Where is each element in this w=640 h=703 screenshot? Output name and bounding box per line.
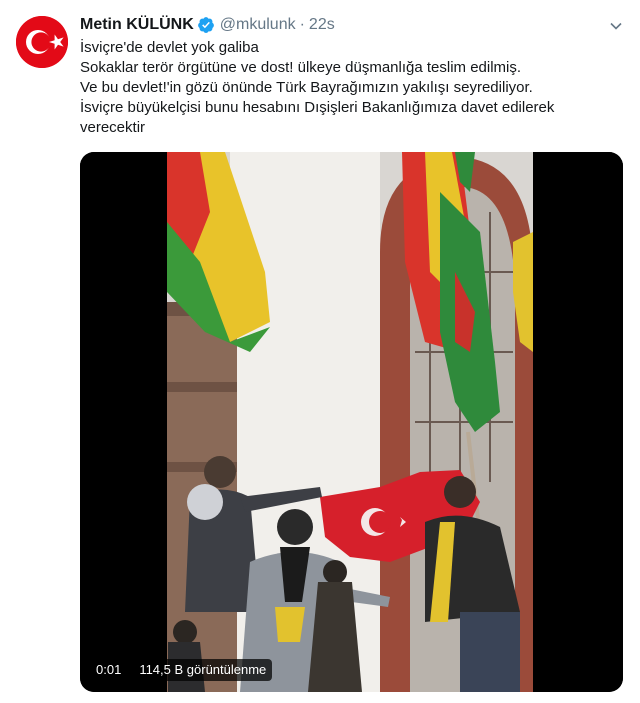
video-view-count: 114,5 B görüntülenme xyxy=(133,659,273,681)
tweet-text: İsviçre'de devlet yok galiba Sokaklar te… xyxy=(80,38,580,138)
video-scene xyxy=(167,152,533,692)
verified-badge-icon xyxy=(197,16,215,34)
video-overlay: 0:01 114,5 B görüntülenme xyxy=(90,658,273,682)
display-name[interactable]: Metin KÜLÜNK xyxy=(80,16,194,34)
timestamp[interactable]: 22s xyxy=(309,16,335,34)
tweet-text-line: Sokaklar terör örgütüne ve dost! ülkeye … xyxy=(80,59,522,76)
video-frame xyxy=(80,152,623,692)
tweet-text-line: İsviçre'de devlet yok galiba xyxy=(80,39,259,56)
avatar[interactable] xyxy=(16,16,68,68)
chevron-down-icon[interactable] xyxy=(608,18,624,34)
turkish-flag-avatar-icon xyxy=(16,16,68,68)
tweet-text-line: verecektir xyxy=(80,119,146,136)
video-elapsed-time: 0:01 xyxy=(90,659,128,681)
user-handle[interactable]: @mkulunk xyxy=(220,16,296,34)
tweet-header: Metin KÜLÜNK @mkulunk · 22s xyxy=(80,14,335,36)
separator-dot: · xyxy=(299,16,305,33)
video-player[interactable]: 0:01 114,5 B görüntülenme xyxy=(80,152,623,692)
tweet-text-line: Ve bu devlet!'in gözü önünde Türk Bayrağ… xyxy=(80,79,533,96)
tweet[interactable]: Metin KÜLÜNK @mkulunk · 22s İsviçre'de d… xyxy=(0,0,640,703)
tweet-text-line: İsviçre büyükelçisi bunu hesabını Dışişl… xyxy=(80,99,555,116)
